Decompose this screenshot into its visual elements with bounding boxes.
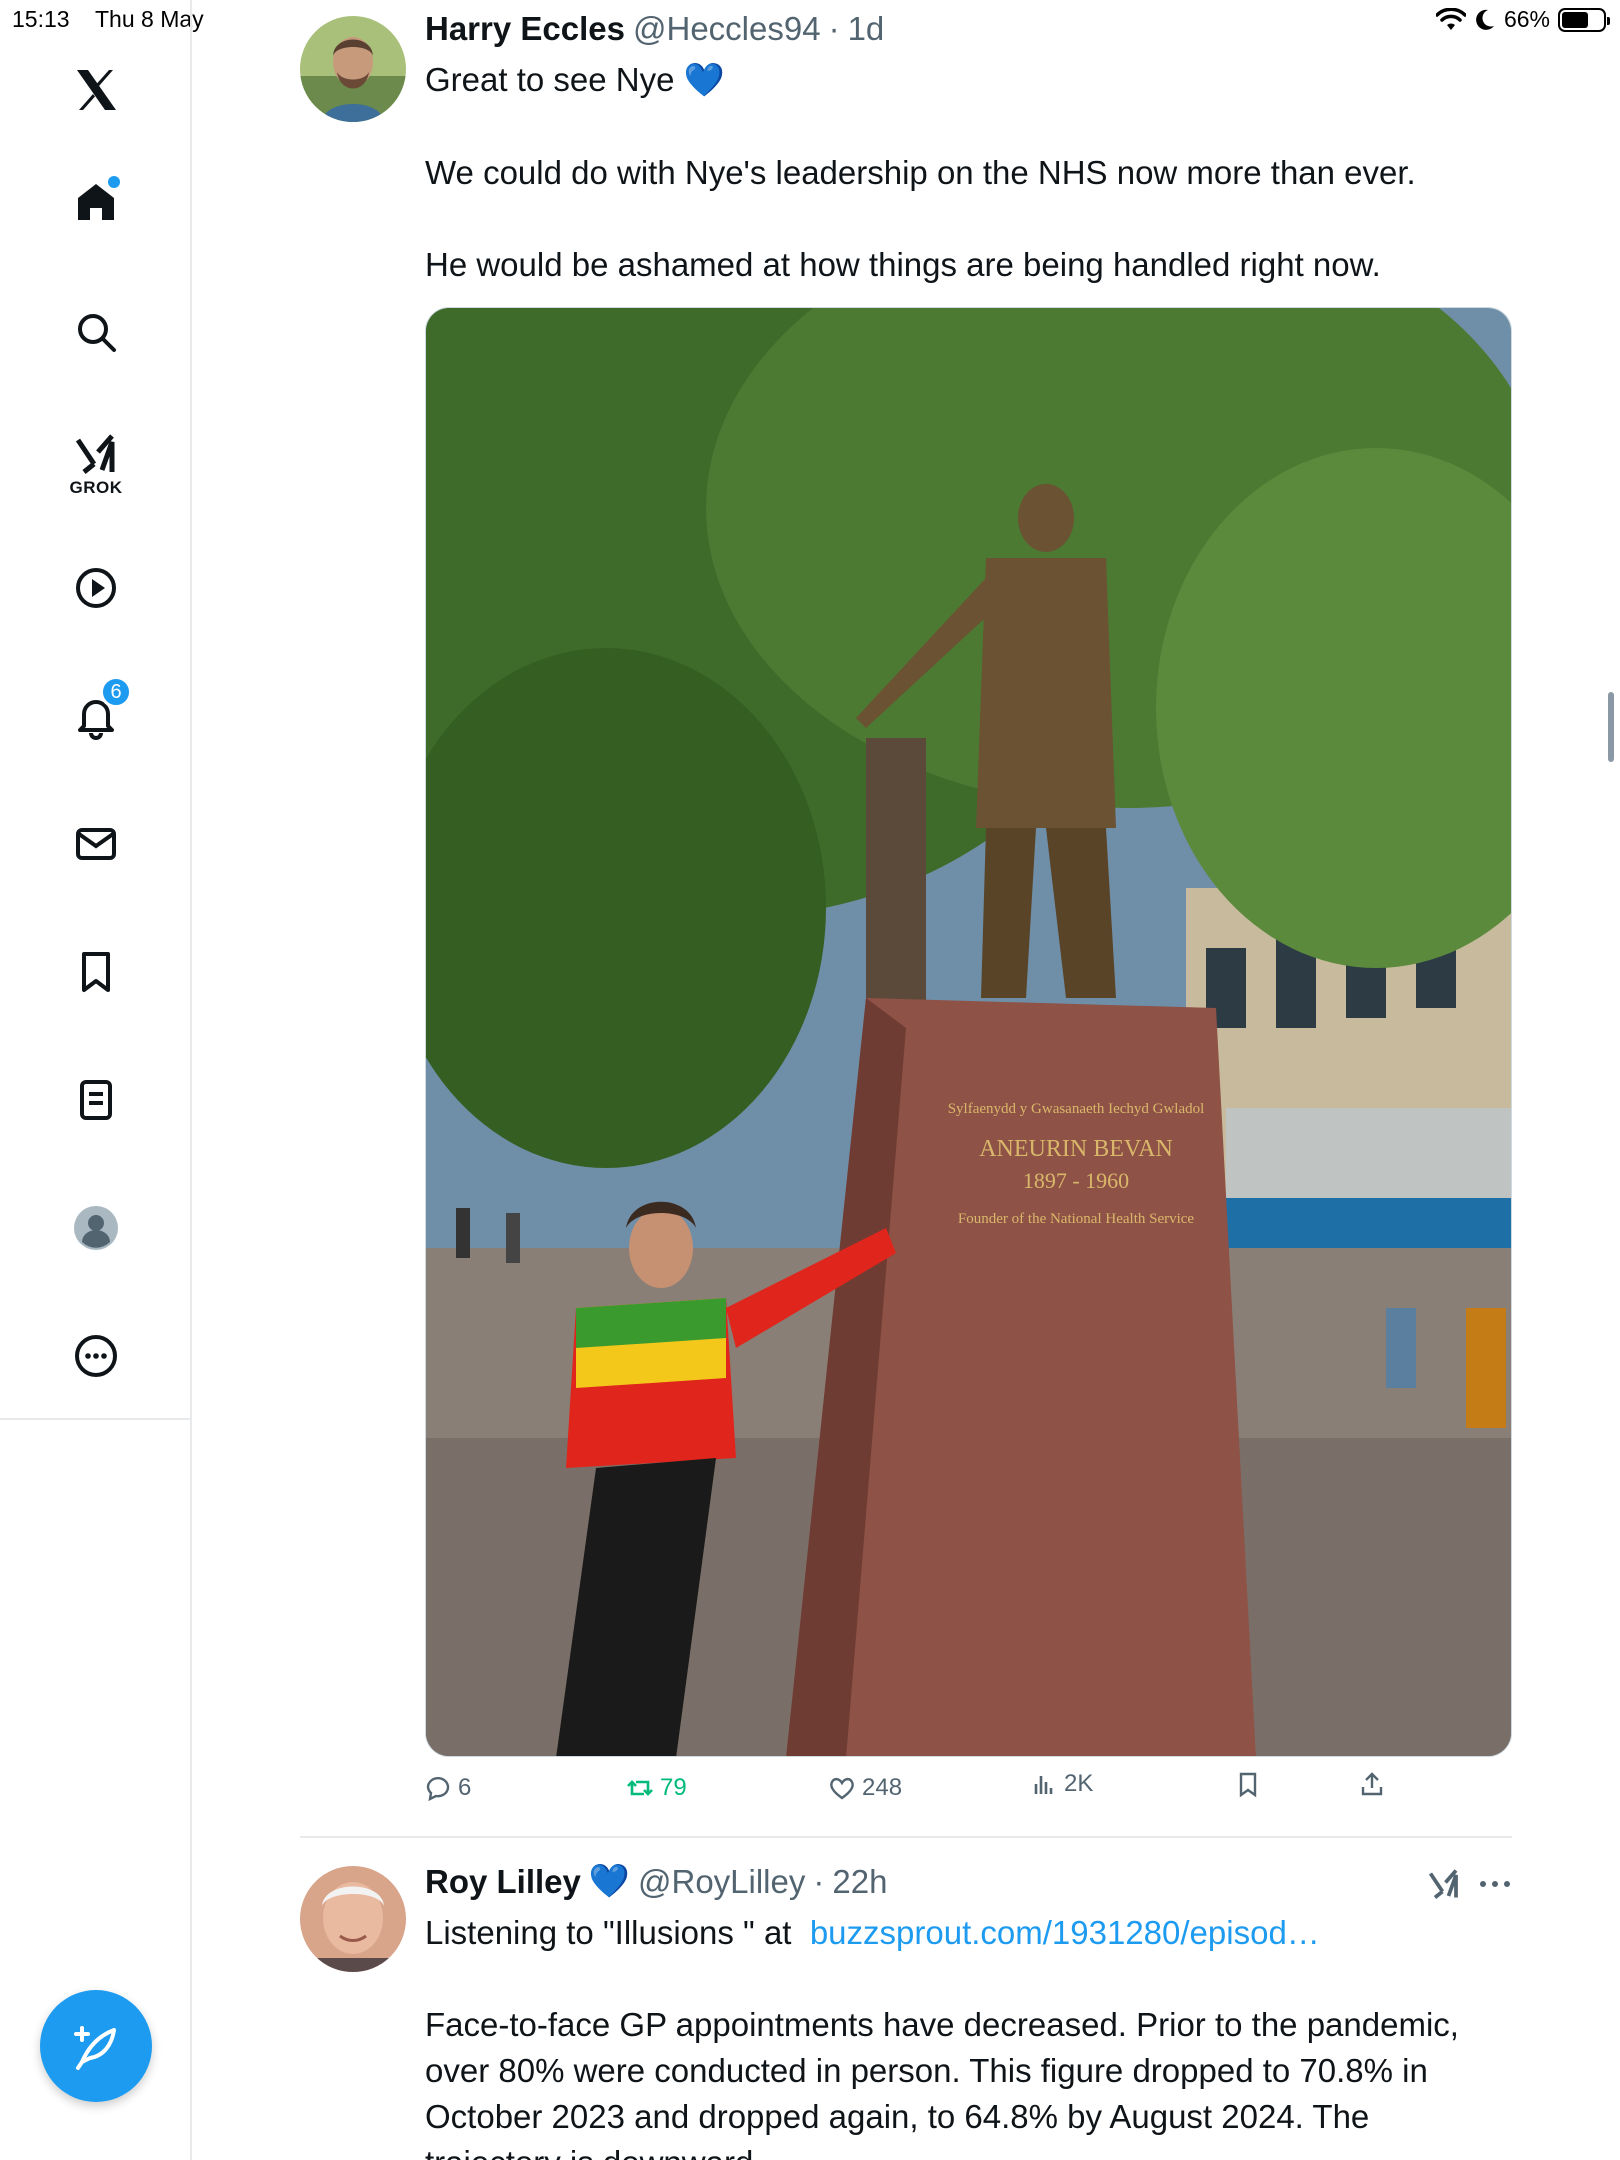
- verified-heart: 💙: [588, 1862, 630, 1899]
- compose-button[interactable]: [40, 1990, 152, 2102]
- tweet-text-line: We could do with Nye's leadership on the…: [425, 154, 1416, 191]
- views-chart-icon: [1034, 1776, 1053, 1794]
- inscription-name: ANEURIN BEVAN: [979, 1136, 1173, 1162]
- separator-dot: ·: [813, 1862, 825, 1900]
- x-logo-icon[interactable]: [60, 54, 132, 126]
- battery-icon: [1558, 7, 1610, 32]
- views-button[interactable]: 2K: [1030, 1770, 1093, 1798]
- author-name[interactable]: Harry Eccles: [425, 10, 625, 48]
- author-handle[interactable]: @Heccles94: [633, 10, 821, 48]
- messages-envelope-icon[interactable]: [60, 808, 132, 880]
- battery-percent: 66%: [1503, 6, 1550, 32]
- statue-photo: Sylfaenydd y Gwasanaeth Iechyd Gwladol A…: [426, 308, 1511, 1756]
- share-button[interactable]: [1358, 1770, 1386, 1798]
- tweet-text-line: Great to see Nye 💙: [425, 61, 725, 98]
- avatar[interactable]: [300, 16, 406, 122]
- tweet-time[interactable]: 1d: [848, 10, 885, 48]
- video-play-icon[interactable]: [60, 552, 132, 624]
- tweet-text-line: trajectory is downward: [425, 2140, 753, 2160]
- bookmark-button[interactable]: [1234, 1770, 1262, 1798]
- home-icon[interactable]: [60, 166, 132, 238]
- sidebar-divider: [0, 1418, 192, 1420]
- tweet-text-line: Listening to "Illusions " at buzzsprout.…: [425, 1910, 1320, 1956]
- heart-icon: [830, 1777, 854, 1800]
- lists-icon[interactable]: [60, 1064, 132, 1136]
- grok-label: GROK: [69, 478, 123, 497]
- repost-button[interactable]: 79: [626, 1774, 687, 1802]
- bookmark-icon[interactable]: [60, 936, 132, 1008]
- tweet-header: Harry Eccles @Heccles94 · 1d: [425, 10, 884, 48]
- tweet-time[interactable]: 22h: [832, 1863, 887, 1901]
- tweet-text-line: He would be ashamed at how things are be…: [425, 246, 1381, 283]
- share-icon: [1361, 1772, 1383, 1796]
- status-right: 66%: [1435, 6, 1610, 33]
- grok-icon[interactable]: [1426, 1866, 1462, 1902]
- tweet-link[interactable]: buzzsprout.com/1931280/episod…: [810, 1914, 1320, 1951]
- sidebar: GROK 6: [0, 0, 192, 2160]
- notifications-badge: 6: [100, 676, 132, 708]
- repost-icon: [627, 1780, 653, 1796]
- compose-feather-icon: [74, 2026, 116, 2070]
- author-name[interactable]: Roy Lilley: [425, 1863, 581, 1901]
- tweet-text-line: Face-to-face GP appointments have decrea…: [425, 2006, 1459, 2043]
- repost-count: 79: [660, 1774, 687, 1801]
- like-button[interactable]: 248: [828, 1774, 902, 1802]
- bookmark-outline-icon: [1239, 1772, 1257, 1798]
- views-count: 2K: [1064, 1770, 1094, 1797]
- battery-fill: [1562, 11, 1589, 28]
- reply-count: 6: [458, 1774, 472, 1801]
- search-icon[interactable]: [60, 296, 132, 368]
- avatar[interactable]: [300, 1866, 406, 1972]
- moon-icon: [1476, 9, 1494, 30]
- tweet-text-line: October 2023 and dropped again, to 64.8%…: [425, 2098, 1370, 2135]
- inscription-welsh: Sylfaenydd y Gwasanaeth Iechyd Gwladol: [948, 1101, 1205, 1117]
- inscription-years: 1897 - 1960: [1023, 1168, 1129, 1193]
- reply-icon: [426, 1776, 450, 1802]
- reply-button[interactable]: 6: [424, 1774, 471, 1802]
- tweet-divider: [300, 1836, 1512, 1838]
- tweet-image[interactable]: Sylfaenydd y Gwasanaeth Iechyd Gwladol A…: [425, 307, 1512, 1757]
- wifi-icon: [1435, 7, 1466, 30]
- separator-dot: ·: [828, 10, 840, 47]
- tweet-text-line: over 80% were conducted in person. This …: [425, 2052, 1428, 2089]
- author-handle[interactable]: @RoyLilley: [638, 1863, 805, 1901]
- profile-icon[interactable]: [60, 1192, 132, 1264]
- tweet-header: Roy Lilley 💙 @RoyLilley · 22h: [425, 1862, 887, 1901]
- home-notification-dot: [108, 176, 120, 188]
- notifications-bell-icon[interactable]: 6: [60, 676, 132, 752]
- more-icon[interactable]: [60, 1320, 132, 1392]
- like-count: 248: [862, 1774, 903, 1801]
- inscription-english: Founder of the National Health Service: [958, 1211, 1195, 1227]
- scrollbar[interactable]: [1608, 692, 1614, 762]
- tweet-text-prefix: Listening to "Illusions " at: [425, 1914, 792, 1951]
- more-options-icon[interactable]: [1478, 1872, 1512, 1896]
